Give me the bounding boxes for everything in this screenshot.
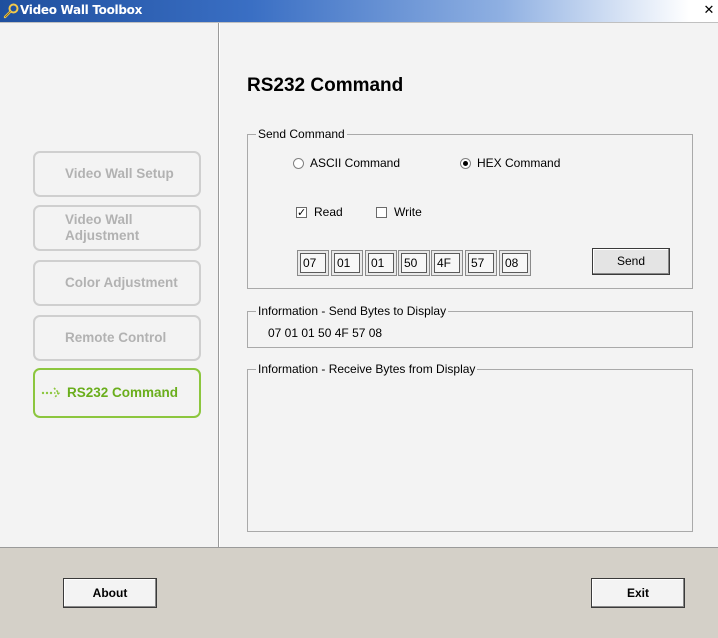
- send-button[interactable]: Send: [592, 248, 670, 275]
- checkmark-icon[interactable]: ✓: [296, 206, 307, 218]
- nav-item-label: Remote Control: [65, 330, 167, 345]
- byte-field-7[interactable]: 08: [499, 250, 531, 276]
- byte-value[interactable]: 07: [300, 253, 326, 273]
- byte-value[interactable]: 08: [502, 253, 528, 273]
- radio-button[interactable]: [460, 157, 471, 169]
- hex-command-radio[interactable]: HEX Command: [460, 156, 560, 170]
- byte-field-4[interactable]: 50: [398, 250, 430, 276]
- send-bytes-info-legend: Information - Send Bytes to Display: [256, 303, 449, 319]
- nav-item-label: Video Wall Setup: [65, 166, 174, 181]
- ascii-command-radio[interactable]: ASCII Command: [293, 156, 400, 170]
- nav-item-remote-control[interactable]: Remote Control: [33, 315, 201, 361]
- nav-item-color-adjustment[interactable]: Color Adjustment: [33, 260, 201, 306]
- nav-item-video-wall-setup[interactable]: Video Wall Setup: [33, 151, 201, 197]
- byte-field-5[interactable]: 4F: [431, 250, 463, 276]
- wrench-icon: [3, 3, 19, 19]
- nav-item-label: RS232 Command: [67, 385, 179, 400]
- ascii-command-label: ASCII Command: [310, 156, 401, 170]
- nav-item-rs232-command[interactable]: RS232 Command: [33, 368, 201, 418]
- byte-value[interactable]: 50: [401, 253, 427, 273]
- dotted-arrow-icon: [41, 386, 63, 400]
- window-title: Video Wall Toolbox: [20, 3, 143, 17]
- send-bytes-value: 07 01 01 50 4F 57 08: [268, 326, 383, 340]
- byte-value[interactable]: 01: [334, 253, 360, 273]
- nav-item-label: Color Adjustment: [65, 275, 178, 290]
- byte-field-3[interactable]: 01: [365, 250, 397, 276]
- hex-command-label: HEX Command: [477, 156, 561, 170]
- radio-selected-dot: [463, 160, 468, 166]
- about-button[interactable]: About: [63, 578, 157, 608]
- byte-value[interactable]: 57: [468, 253, 494, 273]
- checkbox-empty-icon[interactable]: [376, 206, 387, 218]
- byte-field-2[interactable]: 01: [331, 250, 363, 276]
- receive-bytes-value: [256, 384, 686, 524]
- write-label: Write: [394, 205, 422, 219]
- receive-bytes-info-legend: Information - Receive Bytes from Display: [256, 361, 478, 377]
- title-bar: Video Wall Toolbox ✕: [0, 0, 718, 23]
- byte-field-6[interactable]: 57: [465, 250, 497, 276]
- page-title: RS232 Command: [247, 75, 404, 96]
- read-label: Read: [314, 205, 343, 219]
- byte-value[interactable]: 01: [368, 253, 394, 273]
- byte-value[interactable]: 4F: [434, 253, 460, 273]
- close-icon[interactable]: ✕: [702, 4, 716, 18]
- byte-field-1[interactable]: 07: [297, 250, 329, 276]
- radio-button[interactable]: [293, 157, 304, 169]
- send-command-legend: Send Command: [256, 126, 347, 142]
- nav-item-video-wall-adjustment[interactable]: Video Wall Adjustment: [33, 205, 201, 251]
- exit-button[interactable]: Exit: [591, 578, 685, 608]
- read-checkbox[interactable]: ✓ Read: [296, 205, 343, 219]
- write-checkbox[interactable]: Write: [376, 205, 422, 219]
- nav-item-label: Video Wall Adjustment: [65, 212, 140, 243]
